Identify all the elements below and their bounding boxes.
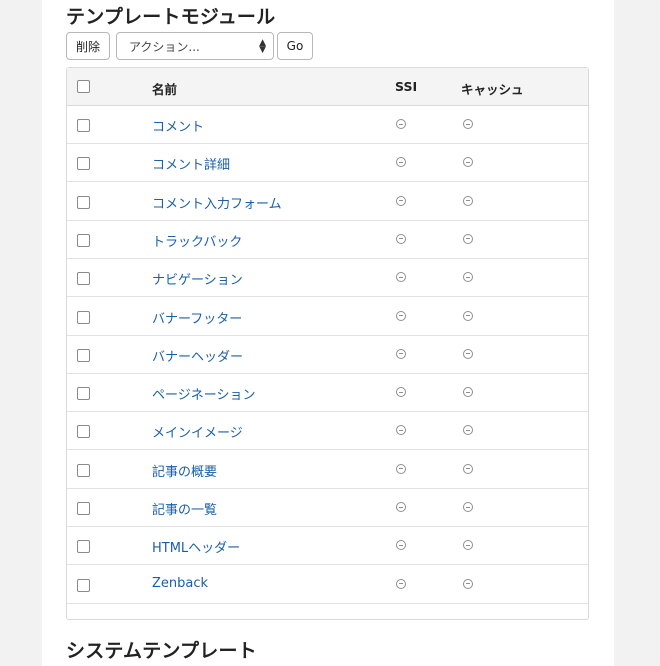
module-name-link[interactable]: メインイメージ: [152, 422, 243, 441]
module-name-link[interactable]: ページネーション: [152, 384, 255, 403]
column-header-cache[interactable]: キャッシュ: [461, 79, 524, 98]
table-row: ナビゲーション: [67, 259, 588, 298]
table-row: バナーフッター: [67, 298, 588, 336]
delete-button[interactable]: 削除: [66, 32, 110, 60]
column-header-name[interactable]: 名前: [152, 79, 177, 98]
minus-circle-icon: [463, 348, 473, 359]
module-name-link[interactable]: トラックバック: [152, 231, 242, 250]
module-name-link[interactable]: コメント: [152, 116, 204, 135]
minus-circle-icon: [463, 119, 473, 129]
minus-circle-icon: [463, 195, 473, 206]
row-checkbox[interactable]: [77, 578, 90, 592]
table-row: ページネーション: [67, 374, 588, 413]
module-name-link[interactable]: コメント詳細: [152, 154, 230, 173]
select-all-checkbox[interactable]: [77, 80, 90, 93]
minus-circle-icon: [396, 578, 406, 589]
go-button[interactable]: Go: [277, 32, 313, 60]
module-name-link[interactable]: ナビゲーション: [152, 269, 243, 288]
table-row: 記事の概要: [67, 451, 588, 489]
action-select[interactable]: アクション... ▲ ▼: [116, 32, 274, 60]
row-checkbox[interactable]: [77, 195, 90, 209]
module-name-link[interactable]: 記事の概要: [152, 461, 217, 480]
template-module-table: 名前 SSI キャッシュ コメントコメント詳細コメント入力フォーム トラックバック…: [66, 67, 589, 620]
section-title: テンプレートモジュール: [66, 6, 276, 28]
row-checkbox[interactable]: [77, 272, 90, 286]
row-checkbox[interactable]: [77, 310, 90, 324]
table-row: トラックバック: [67, 221, 588, 259]
minus-circle-icon: [463, 272, 473, 283]
table-row: コメント: [67, 106, 588, 144]
table-row: コメント詳細: [67, 144, 588, 183]
minus-circle-icon: [396, 502, 406, 512]
module-name-link[interactable]: HTMLヘッダー: [152, 537, 240, 556]
minus-circle-icon: [463, 425, 473, 436]
row-checkbox[interactable]: [77, 348, 90, 362]
minus-circle-icon: [463, 540, 473, 551]
table-row: Zenback: [67, 566, 588, 604]
minus-circle-icon: [396, 119, 406, 129]
main-panel: テンプレートモジュール 削除 アクション... ▲ ▼ Go 名前 SSI キャッ…: [42, 0, 614, 666]
table-row: メインイメージ: [67, 412, 588, 451]
row-checkbox[interactable]: [77, 387, 90, 401]
table-row: バナーヘッダー: [67, 336, 588, 374]
table-header: 名前 SSI キャッシュ: [67, 68, 588, 106]
minus-circle-icon: [463, 310, 473, 321]
minus-circle-icon: [463, 157, 473, 168]
updown-caret-icon: ▲ ▼: [259, 38, 266, 55]
module-name-link[interactable]: バナーフッター: [152, 308, 242, 327]
minus-circle-icon: [396, 157, 406, 168]
row-checkbox[interactable]: [77, 233, 90, 247]
module-name-link[interactable]: コメント入力フォーム: [152, 193, 282, 212]
minus-circle-icon: [463, 387, 473, 398]
minus-circle-icon: [396, 310, 406, 321]
minus-circle-icon: [396, 540, 406, 551]
table-row: コメント入力フォーム: [67, 183, 588, 221]
row-checkbox[interactable]: [77, 540, 90, 554]
minus-circle-icon: [396, 387, 406, 398]
row-checkbox[interactable]: [77, 502, 90, 515]
minus-circle-icon: [396, 425, 406, 436]
table-row: 記事の一覧: [67, 489, 588, 527]
minus-circle-icon: [396, 348, 406, 359]
row-checkbox[interactable]: [77, 119, 90, 132]
row-checkbox[interactable]: [77, 157, 90, 171]
module-name-link[interactable]: バナーヘッダー: [152, 346, 243, 365]
module-name-link[interactable]: Zenback: [152, 576, 208, 591]
row-checkbox[interactable]: [77, 425, 90, 439]
action-select-value: アクション...: [129, 39, 200, 54]
row-checkbox[interactable]: [77, 463, 90, 477]
minus-circle-icon: [396, 195, 406, 206]
next-section-title: システムテンプレート: [66, 640, 257, 662]
minus-circle-icon: [396, 272, 406, 283]
table-row: HTMLヘッダー: [67, 527, 588, 566]
minus-circle-icon: [396, 233, 406, 244]
column-header-ssi[interactable]: SSI: [395, 79, 417, 94]
minus-circle-icon: [396, 463, 406, 474]
minus-circle-icon: [463, 578, 473, 589]
minus-circle-icon: [463, 233, 473, 244]
minus-circle-icon: [463, 463, 473, 474]
module-name-link[interactable]: 記事の一覧: [152, 499, 217, 518]
minus-circle-icon: [463, 502, 473, 512]
